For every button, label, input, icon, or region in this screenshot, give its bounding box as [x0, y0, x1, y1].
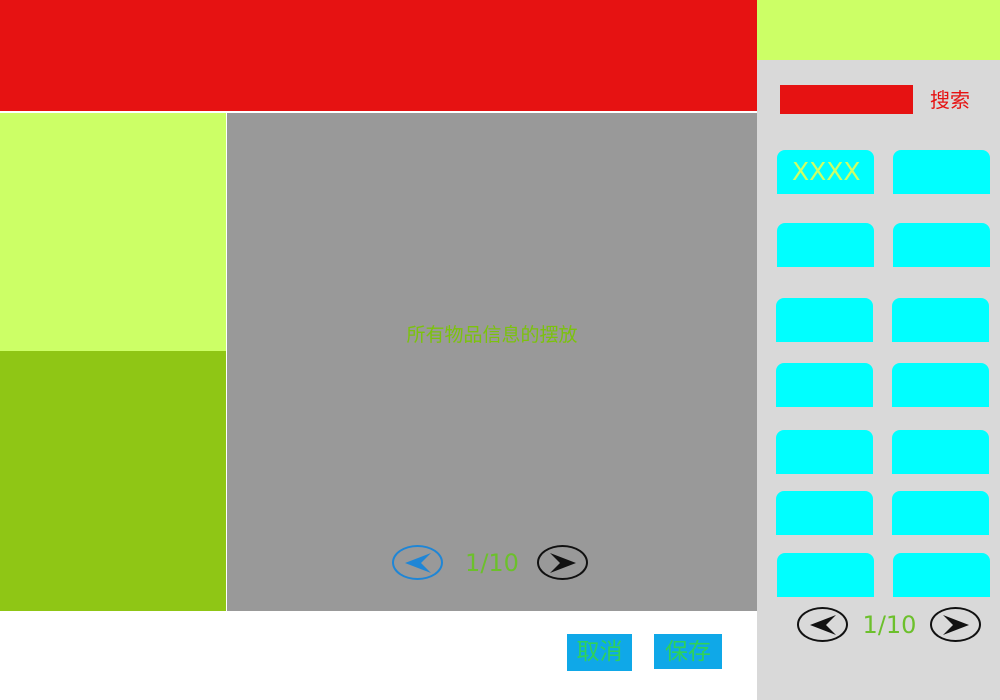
- search-input[interactable]: [780, 85, 913, 114]
- sidebar-page-indicator: 1/10: [862, 611, 917, 639]
- items-placeholder-text: 所有物品信息的摆放: [406, 324, 578, 346]
- item-tile[interactable]: [893, 223, 990, 267]
- item-tile[interactable]: [777, 553, 874, 597]
- sidebar-pager: 1/10: [797, 605, 982, 645]
- item-tile[interactable]: [776, 363, 873, 407]
- item-tile[interactable]: [893, 150, 990, 194]
- arrow-left-icon: [809, 614, 836, 635]
- items-display-area: 所有物品信息的摆放 1/10: [227, 113, 757, 611]
- center-pager: 1/10: [392, 543, 592, 583]
- item-tile[interactable]: [892, 491, 989, 535]
- sidebar-next-page-button[interactable]: [930, 607, 981, 642]
- sidebar-header: [757, 0, 1000, 60]
- cancel-button[interactable]: 取消: [567, 634, 632, 671]
- item-tile[interactable]: [892, 363, 989, 407]
- item-tile[interactable]: [776, 298, 873, 342]
- arrow-left-icon: [404, 552, 431, 573]
- header-bar: [0, 0, 757, 111]
- left-panel-top: [0, 113, 226, 351]
- item-tile[interactable]: [892, 298, 989, 342]
- prev-page-button[interactable]: [392, 545, 443, 580]
- item-tile[interactable]: [776, 430, 873, 474]
- sidebar-panel: 搜索 XXXX 1/10: [757, 60, 1000, 700]
- next-page-button[interactable]: [537, 545, 588, 580]
- item-tile[interactable]: [777, 223, 874, 267]
- arrow-right-icon: [549, 552, 576, 573]
- arrow-right-icon: [942, 614, 969, 635]
- sidebar-prev-page-button[interactable]: [797, 607, 848, 642]
- item-tile[interactable]: [776, 491, 873, 535]
- center-page-indicator: 1/10: [465, 549, 519, 577]
- search-button[interactable]: 搜索: [930, 86, 970, 114]
- save-button[interactable]: 保存: [654, 634, 722, 669]
- item-tile[interactable]: [892, 430, 989, 474]
- left-panel-bottom: [0, 351, 226, 611]
- item-tile[interactable]: XXXX: [777, 150, 874, 194]
- item-tile[interactable]: [893, 553, 990, 597]
